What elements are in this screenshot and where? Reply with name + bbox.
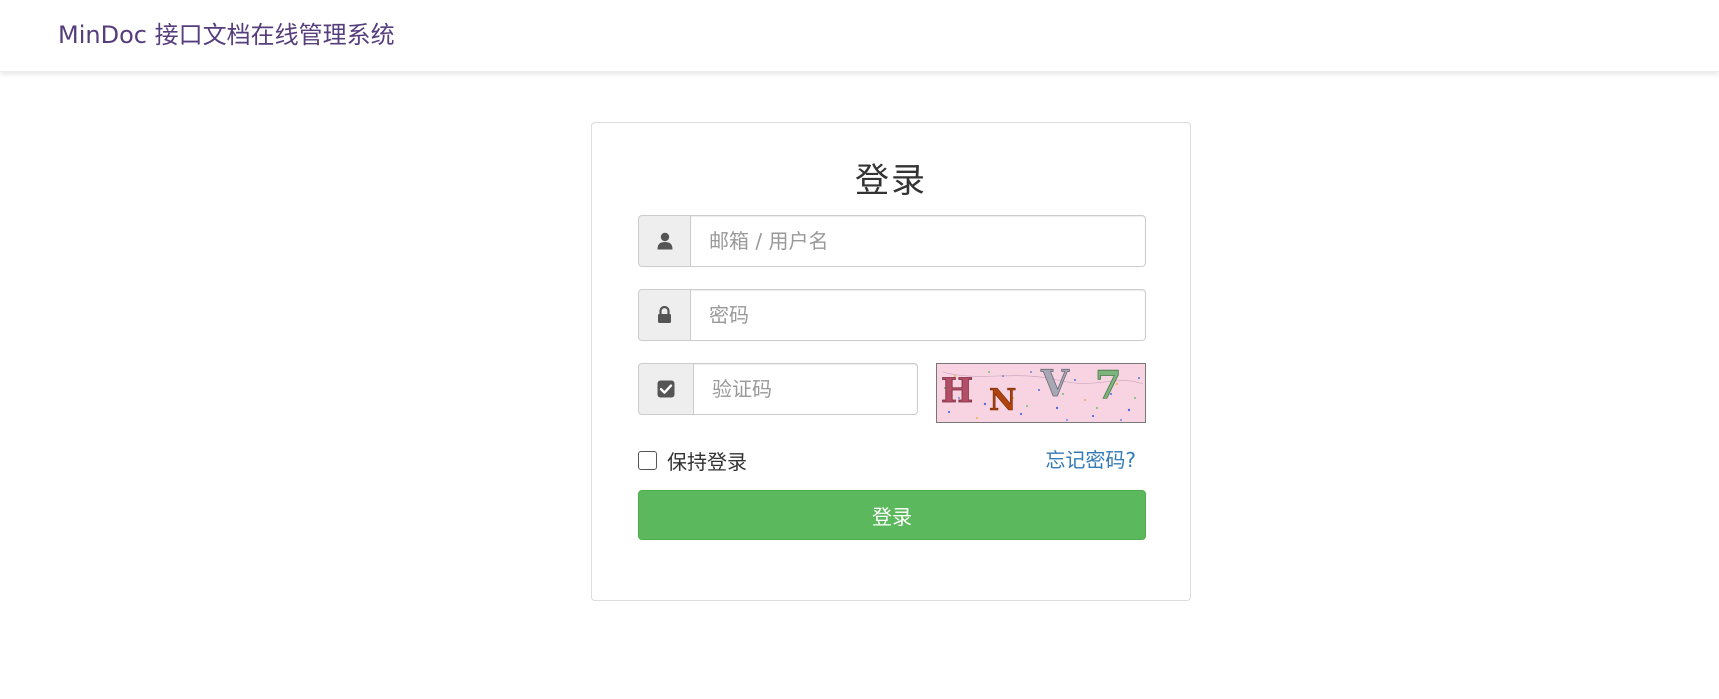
forgot-password-link[interactable]: 忘记密码? [1045, 445, 1136, 475]
user-icon [638, 215, 690, 267]
svg-text:7: 7 [1095, 364, 1121, 407]
brand-logo-link[interactable]: MinDoc 接口文档在线管理系统 [58, 18, 395, 52]
username-input-group [638, 215, 1146, 267]
top-navbar: MinDoc 接口文档在线管理系统 [0, 0, 1719, 72]
captcha-input-group [638, 363, 918, 415]
svg-text:H: H [941, 371, 973, 411]
svg-text:N: N [989, 383, 1016, 418]
password-input[interactable] [690, 289, 1146, 341]
login-panel: 登录 邮箱 / 用户名 验证码 H N V 7 保持登录 忘记密码? 登录 [591, 122, 1191, 601]
login-title: 登录 [855, 161, 927, 201]
username-input[interactable] [690, 215, 1146, 267]
captcha-input[interactable] [693, 363, 918, 415]
remember-me-checkbox[interactable]: 保持登录 [638, 445, 747, 475]
check-square-icon [638, 363, 693, 415]
password-input-group [638, 289, 1146, 341]
login-button[interactable]: 登录 [638, 490, 1146, 540]
checkbox-icon[interactable] [638, 450, 657, 470]
captcha-image[interactable]: H N V 7 [936, 363, 1146, 423]
svg-text:V: V [1040, 364, 1070, 405]
lock-icon [638, 289, 690, 341]
remember-me-label: 保持登录 [667, 449, 747, 474]
